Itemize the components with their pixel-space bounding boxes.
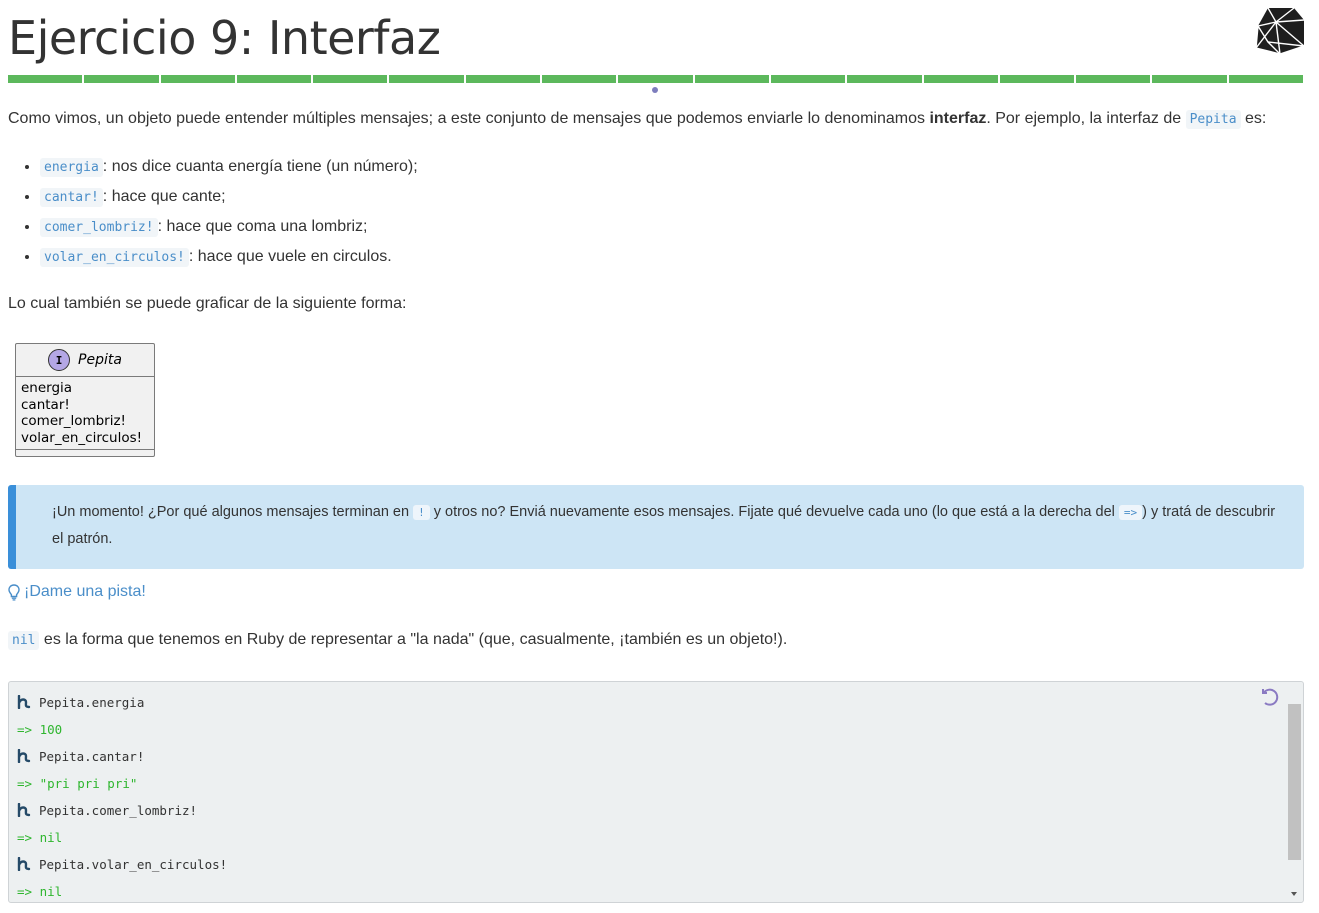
- nil-description: es la forma que tenemos en Ruby de repre…: [39, 631, 788, 648]
- interface-badge-icon: I: [48, 349, 71, 371]
- current-exercise-indicator: [652, 87, 658, 93]
- intro-paragraph: Como vimos, un objeto puede entender múl…: [8, 108, 1266, 131]
- uml-member: comer_lombriz!: [21, 413, 126, 429]
- messages-list: energia: nos dice cuanta energía tiene (…: [8, 152, 418, 272]
- arrow-code: =>: [1118, 505, 1143, 520]
- console-result: => 100: [17, 721, 63, 737]
- progress-segment[interactable]: [847, 75, 922, 83]
- uml-header: I Pepita: [16, 344, 154, 377]
- console-command-line: Pepita.volar_en_circulos!: [17, 854, 227, 874]
- mumuki-prompt-icon: [17, 857, 31, 871]
- nil-code: nil: [8, 631, 40, 650]
- progress-segment[interactable]: [770, 75, 846, 83]
- intro-text-end: es:: [1240, 110, 1267, 127]
- console-result-line: => nil: [17, 881, 62, 901]
- console-result: => nil: [17, 883, 63, 899]
- console-result-line: => nil: [17, 827, 62, 847]
- progress-segment[interactable]: [542, 75, 617, 83]
- alert-text-2: y otros no? Enviá nuevamente esos mensaj…: [429, 504, 1119, 520]
- uml-member: volar_en_circulos!: [21, 429, 143, 446]
- progress-segment[interactable]: [313, 75, 388, 83]
- scroll-down-icon[interactable]: [1291, 892, 1297, 896]
- hint-label: ¡Dame una pista!: [24, 583, 146, 600]
- console-command-line: Pepita.energia: [17, 692, 144, 712]
- console-result-line: => 100: [17, 719, 62, 739]
- message-code: energia: [40, 158, 103, 177]
- console-command: Pepita.comer_lombriz!: [39, 802, 198, 818]
- message-description: : nos dice cuanta energía tiene (un núme…: [102, 158, 418, 175]
- message-description: : hace que coma una lombriz;: [157, 218, 368, 235]
- intro-text-middle: . Por ejemplo, la interfaz de: [986, 110, 1186, 127]
- progress-segment[interactable]: [1076, 75, 1151, 83]
- console-result-line: => "pri pri pri": [17, 773, 137, 793]
- page-title: Ejercicio 9: Interfaz: [8, 11, 441, 65]
- intro-text: Como vimos, un objeto puede entender múl…: [8, 110, 930, 127]
- progress-segment[interactable]: [465, 75, 541, 83]
- graph-intro: Lo cual también se puede graficar de la …: [8, 295, 407, 312]
- progress-segment[interactable]: [694, 75, 769, 83]
- progress-segment[interactable]: [1152, 75, 1227, 83]
- progress-segment[interactable]: [8, 75, 83, 83]
- list-item: energia: nos dice cuanta energía tiene (…: [40, 152, 418, 182]
- message-code: volar_en_circulos!: [40, 248, 189, 267]
- console-result: => nil: [17, 829, 63, 845]
- pepita-code: Pepita: [1185, 110, 1241, 129]
- uml-interface-diagram: I Pepita energia cantar! comer_lombriz! …: [15, 343, 155, 457]
- mumuki-prompt-icon: [17, 695, 31, 709]
- list-item: comer_lombriz!: hace que coma una lombri…: [40, 212, 418, 242]
- message-description: : hace que cante;: [102, 188, 226, 205]
- hint-link[interactable]: ¡Dame una pista!: [8, 583, 146, 601]
- console-command: Pepita.cantar!: [39, 748, 145, 764]
- mumuki-prompt-icon: [17, 749, 31, 763]
- lightbulb-icon: [8, 583, 20, 601]
- bang-code: !: [413, 505, 430, 520]
- progress-segment[interactable]: [618, 75, 693, 83]
- list-item: cantar!: hace que cante;: [40, 182, 418, 212]
- list-item: volar_en_circulos!: hace que vuele en ci…: [40, 242, 418, 272]
- progress-segment[interactable]: [236, 75, 312, 83]
- message-description: : hace que vuele en circulos.: [188, 248, 392, 265]
- undo-icon[interactable]: [1261, 688, 1281, 708]
- info-alert: ¡Un momento! ¿Por qué algunos mensajes t…: [8, 485, 1304, 569]
- progress-segment[interactable]: [160, 75, 235, 83]
- uml-name: Pepita: [78, 352, 122, 368]
- console-command-line: Pepita.comer_lombriz!: [17, 800, 197, 820]
- uml-member: energia: [21, 380, 73, 396]
- scrollbar[interactable]: [1288, 704, 1301, 860]
- mumuki-prompt-icon: [17, 803, 31, 817]
- progress-segment[interactable]: [923, 75, 998, 83]
- console[interactable]: Pepita.energia => 100 Pepita.cantar! => "pr…: [8, 681, 1304, 903]
- console-command-line: Pepita.cantar!: [17, 746, 144, 766]
- progress-segment[interactable]: [84, 75, 159, 83]
- interfaz-term: interfaz: [929, 110, 987, 127]
- ruby-gem-icon: [1255, 7, 1305, 55]
- console-command: Pepita.energia: [39, 694, 145, 710]
- console-result: => "pri pri pri": [17, 775, 138, 791]
- console-command: Pepita.volar_en_circulos!: [39, 856, 228, 872]
- uml-members: energia cantar! comer_lombriz! volar_en_…: [16, 377, 154, 450]
- message-code: cantar!: [40, 188, 103, 207]
- progress-bar: [8, 75, 1304, 83]
- alert-text-1: ¡Un momento! ¿Por qué algunos mensajes t…: [52, 504, 414, 520]
- progress-segment[interactable]: [1228, 75, 1304, 83]
- progress-segment[interactable]: [999, 75, 1075, 83]
- progress-segment[interactable]: [389, 75, 464, 83]
- alert-text: ¡Un momento! ¿Por qué algunos mensajes t…: [52, 499, 1280, 553]
- uml-member: cantar!: [21, 396, 70, 413]
- nil-paragraph: nil es la forma que tenemos en Ruby de r…: [8, 629, 787, 652]
- message-code: comer_lombriz!: [40, 218, 158, 237]
